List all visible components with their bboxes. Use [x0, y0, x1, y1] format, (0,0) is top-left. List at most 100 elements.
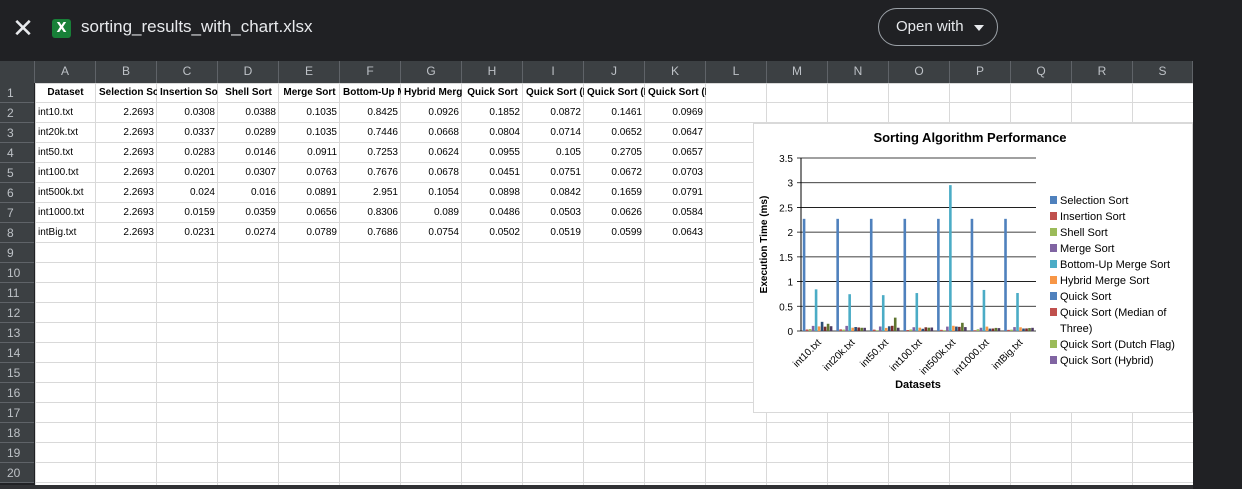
header-cell[interactable]: Quick Sort (Hybrid)	[645, 83, 706, 103]
column-header-s[interactable]: S	[1133, 61, 1193, 83]
value-cell[interactable]: 0.0789	[279, 223, 340, 243]
value-cell[interactable]: 0.7253	[340, 143, 401, 163]
value-cell[interactable]: 0.0146	[218, 143, 279, 163]
value-cell[interactable]: 0.089	[401, 203, 462, 223]
column-header-j[interactable]: J	[584, 61, 645, 83]
header-cell[interactable]: Insertion Sort	[157, 83, 218, 103]
dataset-cell[interactable]: intBig.txt	[35, 223, 96, 243]
row-header-20[interactable]: 20	[0, 463, 34, 483]
value-cell[interactable]: 0.1461	[584, 103, 645, 123]
row-header-19[interactable]: 19	[0, 443, 34, 463]
column-header-p[interactable]: P	[950, 61, 1011, 83]
row-header-8[interactable]: 8	[0, 223, 34, 243]
value-cell[interactable]: 2.2693	[96, 203, 157, 223]
value-cell[interactable]: 0.7676	[340, 163, 401, 183]
header-cell[interactable]: Quick Sort	[462, 83, 523, 103]
column-header-l[interactable]: L	[706, 61, 767, 83]
row-header-6[interactable]: 6	[0, 183, 34, 203]
value-cell[interactable]: 0.1852	[462, 103, 523, 123]
row-header-13[interactable]: 13	[0, 323, 34, 343]
value-cell[interactable]: 0.0337	[157, 123, 218, 143]
row-header-4[interactable]: 4	[0, 143, 34, 163]
column-header-a[interactable]: A	[35, 61, 96, 83]
value-cell[interactable]: 0.105	[523, 143, 584, 163]
value-cell[interactable]: 0.1035	[279, 103, 340, 123]
dataset-cell[interactable]: int10.txt	[35, 103, 96, 123]
row-header-12[interactable]: 12	[0, 303, 34, 323]
performance-chart[interactable]: Sorting Algorithm Performance 0 0.5 1 1.5 2 2.…	[753, 123, 1193, 413]
column-header-b[interactable]: B	[96, 61, 157, 83]
value-cell[interactable]: 0.7446	[340, 123, 401, 143]
value-cell[interactable]: 0.0647	[645, 123, 706, 143]
value-cell[interactable]: 0.0626	[584, 203, 645, 223]
value-cell[interactable]: 2.2693	[96, 123, 157, 143]
row-header-2[interactable]: 2	[0, 103, 34, 123]
horizontal-scrollbar[interactable]	[0, 485, 1193, 489]
value-cell[interactable]: 0.0678	[401, 163, 462, 183]
value-cell[interactable]: 0.0159	[157, 203, 218, 223]
value-cell[interactable]: 0.8306	[340, 203, 401, 223]
value-cell[interactable]: 0.0289	[218, 123, 279, 143]
value-cell[interactable]: 0.0503	[523, 203, 584, 223]
column-header-n[interactable]: N	[828, 61, 889, 83]
row-header-5[interactable]: 5	[0, 163, 34, 183]
value-cell[interactable]: 0.0201	[157, 163, 218, 183]
row-header-10[interactable]: 10	[0, 263, 34, 283]
dataset-cell[interactable]: int100.txt	[35, 163, 96, 183]
cell-grid[interactable]: DatasetSelection SortInsertion SortShell…	[35, 83, 1193, 485]
dataset-cell[interactable]: int20k.txt	[35, 123, 96, 143]
value-cell[interactable]: 0.0388	[218, 103, 279, 123]
value-cell[interactable]: 2.2693	[96, 163, 157, 183]
value-cell[interactable]: 2.2693	[96, 143, 157, 163]
column-header-h[interactable]: H	[462, 61, 523, 83]
column-header-g[interactable]: G	[401, 61, 462, 83]
value-cell[interactable]: 0.0804	[462, 123, 523, 143]
row-header-7[interactable]: 7	[0, 203, 34, 223]
value-cell[interactable]: 0.0898	[462, 183, 523, 203]
value-cell[interactable]: 0.0502	[462, 223, 523, 243]
value-cell[interactable]: 0.0451	[462, 163, 523, 183]
value-cell[interactable]: 0.0872	[523, 103, 584, 123]
row-header-15[interactable]: 15	[0, 363, 34, 383]
value-cell[interactable]: 0.0926	[401, 103, 462, 123]
value-cell[interactable]: 0.0751	[523, 163, 584, 183]
value-cell[interactable]: 0.8425	[340, 103, 401, 123]
column-header-o[interactable]: O	[889, 61, 950, 83]
row-header-3[interactable]: 3	[0, 123, 34, 143]
value-cell[interactable]: 0.0359	[218, 203, 279, 223]
value-cell[interactable]: 0.0519	[523, 223, 584, 243]
value-cell[interactable]: 0.0763	[279, 163, 340, 183]
header-cell[interactable]: Selection Sort	[96, 83, 157, 103]
value-cell[interactable]: 0.0657	[645, 143, 706, 163]
value-cell[interactable]: 0.0714	[523, 123, 584, 143]
value-cell[interactable]: 0.1054	[401, 183, 462, 203]
column-header-r[interactable]: R	[1072, 61, 1133, 83]
value-cell[interactable]: 0.0584	[645, 203, 706, 223]
row-header-11[interactable]: 11	[0, 283, 34, 303]
value-cell[interactable]: 0.0308	[157, 103, 218, 123]
value-cell[interactable]: 0.0486	[462, 203, 523, 223]
value-cell[interactable]: 0.0911	[279, 143, 340, 163]
value-cell[interactable]: 0.016	[218, 183, 279, 203]
value-cell[interactable]: 0.0955	[462, 143, 523, 163]
header-cell[interactable]: Bottom-Up Merge Sort	[340, 83, 401, 103]
column-header-d[interactable]: D	[218, 61, 279, 83]
row-header-16[interactable]: 16	[0, 383, 34, 403]
value-cell[interactable]: 2.2693	[96, 103, 157, 123]
row-header-1[interactable]: 1	[0, 83, 34, 103]
column-header-f[interactable]: F	[340, 61, 401, 83]
header-cell[interactable]: Quick Sort (Dutch Flag)	[584, 83, 645, 103]
header-cell[interactable]: Dataset	[35, 83, 96, 103]
close-icon[interactable]: ✕	[9, 15, 37, 43]
value-cell[interactable]: 0.0791	[645, 183, 706, 203]
row-header-18[interactable]: 18	[0, 423, 34, 443]
value-cell[interactable]: 2.2693	[96, 183, 157, 203]
column-header-m[interactable]: M	[767, 61, 828, 83]
value-cell[interactable]: 0.0599	[584, 223, 645, 243]
value-cell[interactable]: 0.2705	[584, 143, 645, 163]
value-cell[interactable]: 0.1035	[279, 123, 340, 143]
value-cell[interactable]: 0.0891	[279, 183, 340, 203]
row-header-9[interactable]: 9	[0, 243, 34, 263]
value-cell[interactable]: 0.0672	[584, 163, 645, 183]
value-cell[interactable]: 0.0969	[645, 103, 706, 123]
